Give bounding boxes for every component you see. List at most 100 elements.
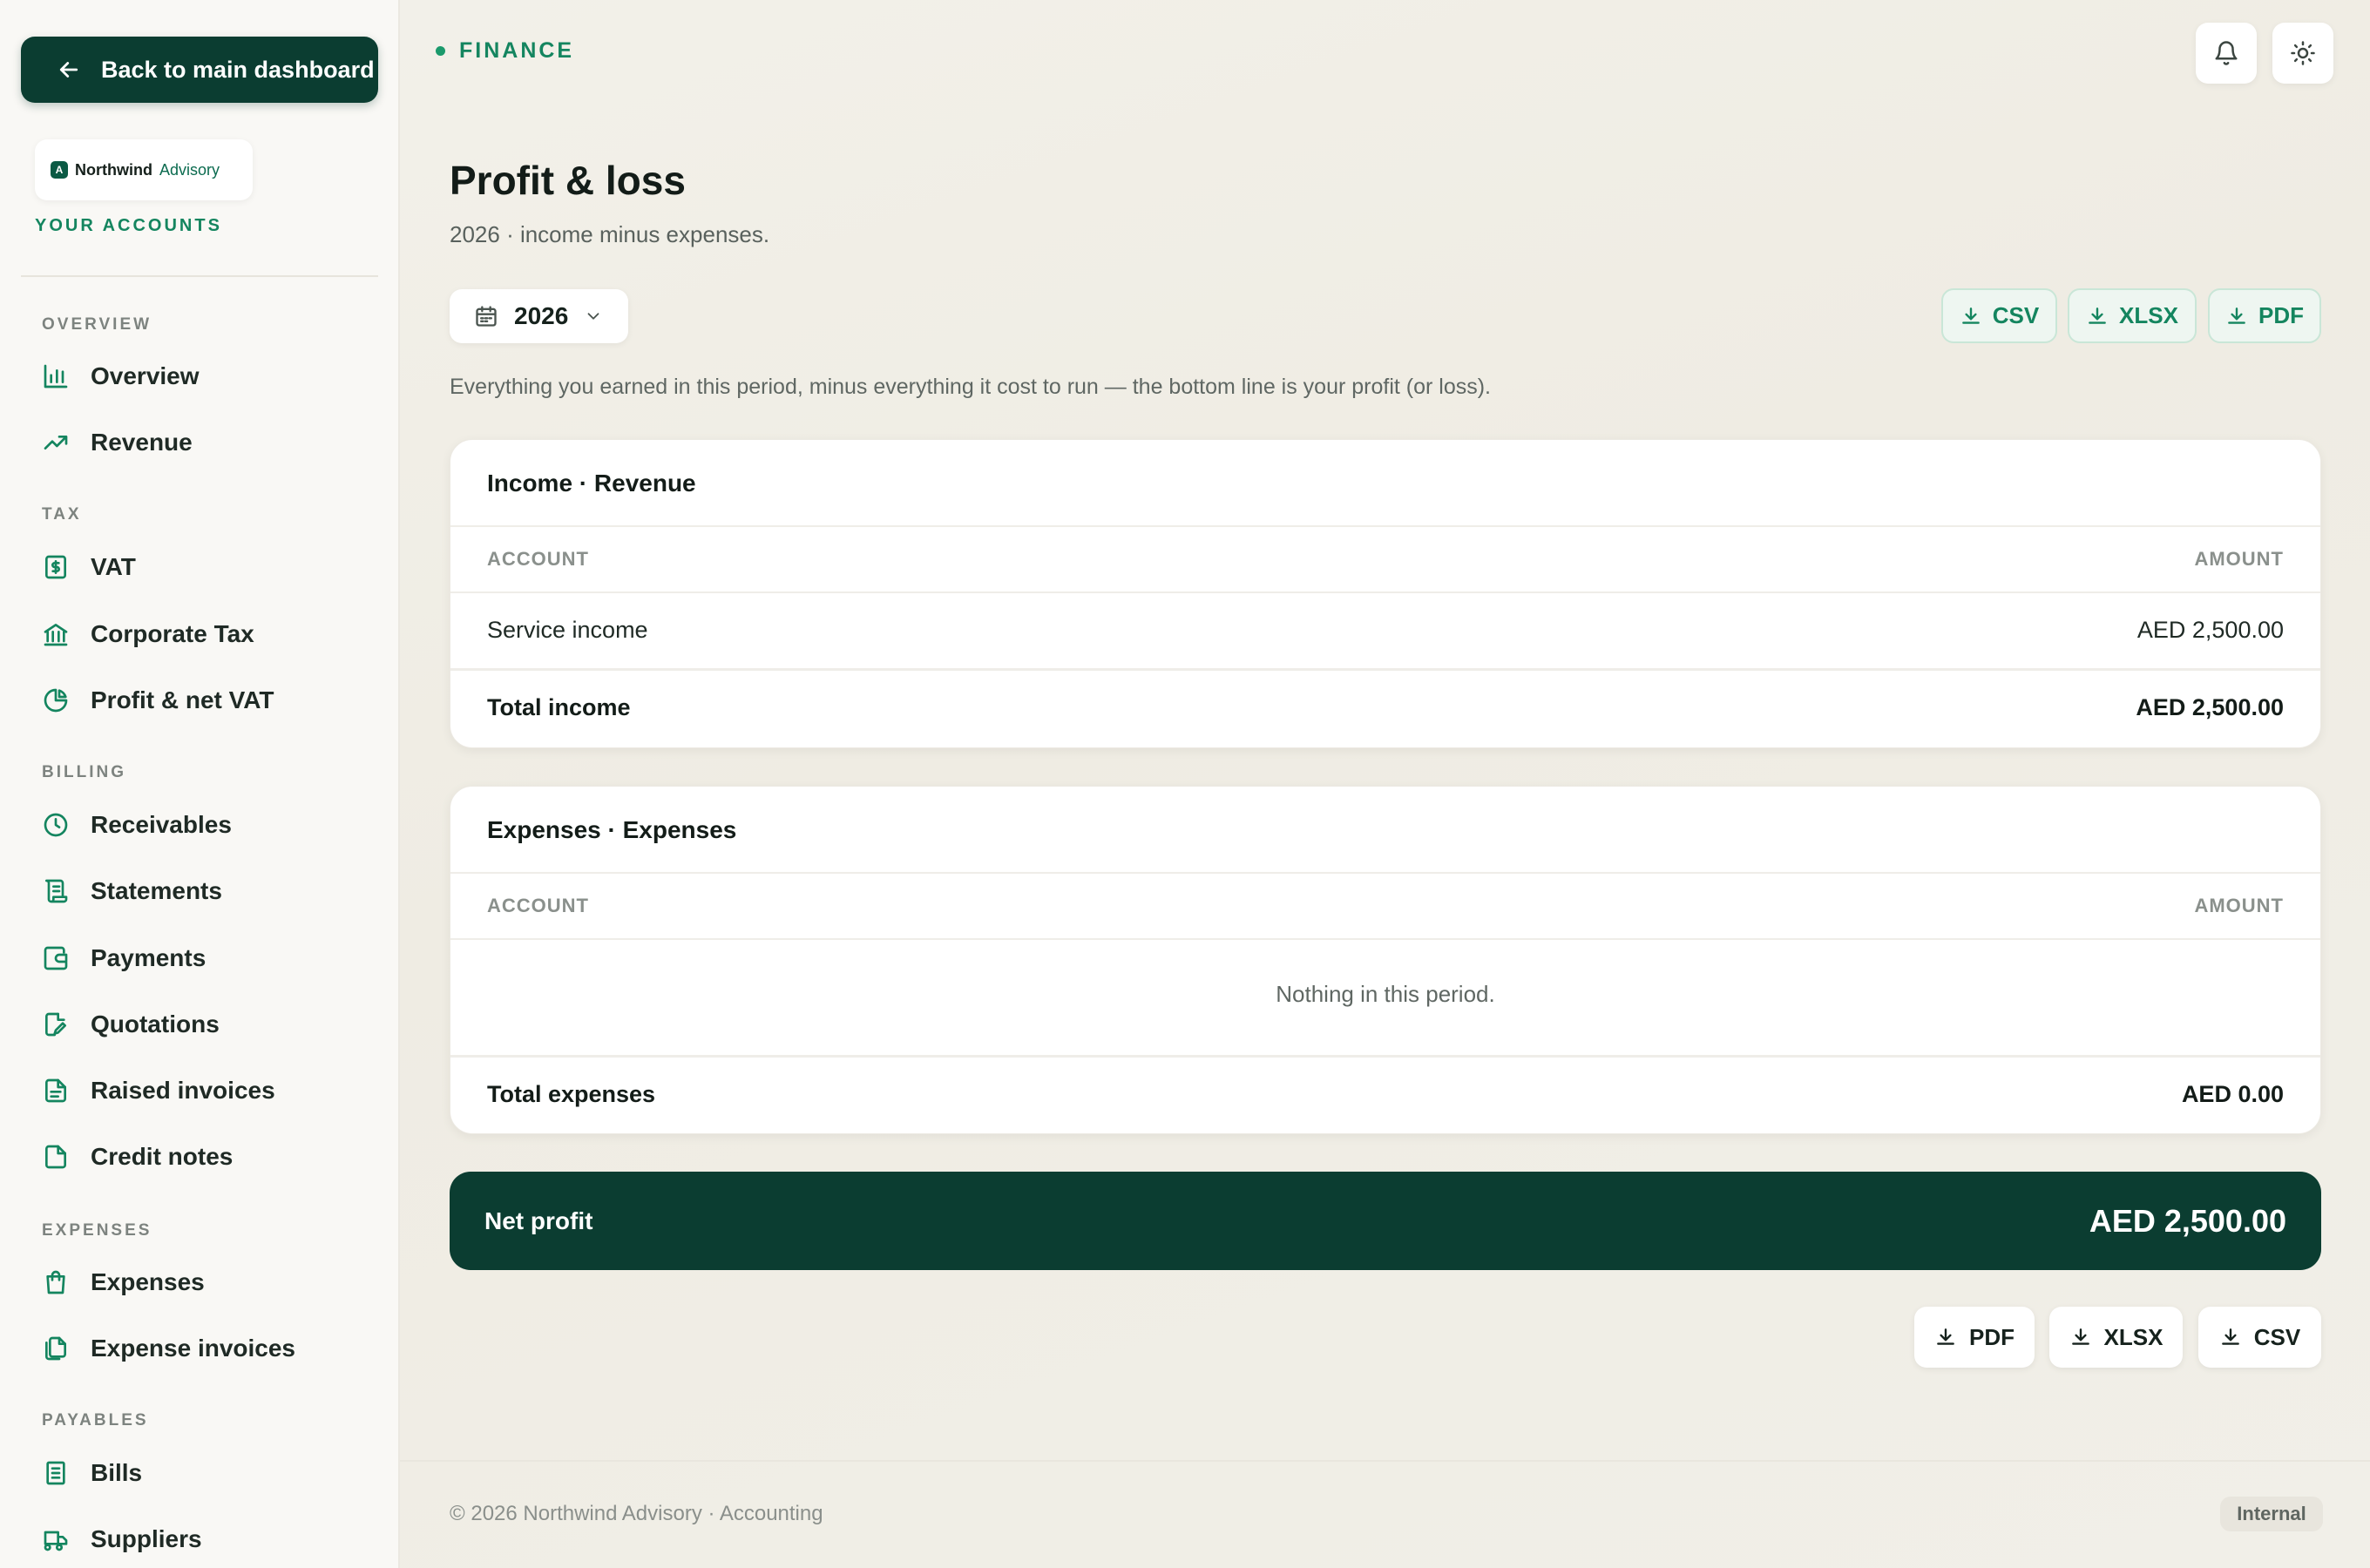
clock-icon <box>44 813 68 837</box>
shopping-bag-icon <box>46 1270 65 1294</box>
sidebar-item-label: Bills <box>91 1459 143 1486</box>
download-icon <box>1937 1328 1954 1345</box>
net-profit-label: Net profit <box>484 1206 593 1234</box>
sidebar-item-corporate-tax[interactable]: Corporate Tax <box>42 612 254 656</box>
sidebar-item-label: Profit & net VAT <box>91 686 274 713</box>
income-title: Income · Revenue <box>487 470 696 497</box>
download-icon <box>1961 307 1980 324</box>
your-accounts-link[interactable]: YOUR ACCOUNTS <box>35 216 222 236</box>
scroll-icon <box>45 879 68 903</box>
download-icon <box>2089 307 2106 324</box>
export-pdf-button[interactable]: PDF <box>2208 288 2321 343</box>
section-tag-label: FINANCE <box>459 38 575 63</box>
sidebar-item-label: Corporate Tax <box>91 620 254 647</box>
sidebar-item-label: Receivables <box>91 811 232 838</box>
export-label: PDF <box>2258 302 2304 328</box>
sidebar-item-payments[interactable]: Payments <box>42 936 206 980</box>
file-icon <box>45 1145 66 1169</box>
sidebar-item-label: Raised invoices <box>91 1077 275 1104</box>
sidebar-item-receivables[interactable]: Receivables <box>42 803 232 847</box>
export-pdf-button-bottom[interactable]: PDF <box>1914 1307 2035 1368</box>
sidebar-item-credit-notes[interactable]: Credit notes <box>42 1135 233 1179</box>
export-xlsx-button-bottom[interactable]: XLSX <box>2049 1307 2183 1368</box>
bell-icon <box>2215 41 2238 65</box>
helper-text: Everything you earned in this period, mi… <box>450 375 1491 399</box>
sidebar-item-label: Overview <box>91 362 200 389</box>
divider <box>450 591 2320 593</box>
net-profit-bar: Net profit AED 2,500.00 <box>450 1172 2321 1270</box>
bank-icon <box>44 624 68 646</box>
export-label: XLSX <box>2119 302 2178 328</box>
expenses-card: Expenses · Expenses ACCOUNT AMOUNT Nothi… <box>450 786 2321 1134</box>
download-icon <box>2228 307 2245 324</box>
export-label: PDF <box>1969 1323 2014 1350</box>
income-card: Income · Revenue ACCOUNT AMOUNT Service … <box>450 439 2321 748</box>
sidebar-item-revenue[interactable]: Revenue <box>42 421 193 464</box>
column-header-account: ACCOUNT <box>487 548 589 570</box>
footer-divider <box>400 1460 2370 1462</box>
logo-name: Northwind <box>75 160 152 179</box>
sidebar-item-vat[interactable]: VAT <box>42 545 136 589</box>
net-profit-value: AED 2,500.00 <box>2089 1202 2286 1239</box>
receipt-dollar-icon <box>45 555 66 579</box>
sidebar-item-label: Payments <box>91 944 207 971</box>
total-expenses-value: AED 0.00 <box>2181 1081 2284 1107</box>
sidebar-item-label: Expenses <box>91 1268 205 1295</box>
divider <box>450 525 2320 527</box>
sidebar-item-raised-invoices[interactable]: Raised invoices <box>42 1069 275 1112</box>
column-header-account: ACCOUNT <box>487 895 589 916</box>
sidebar-item-quotations[interactable]: Quotations <box>42 1003 220 1046</box>
section-label-billing: BILLING <box>42 763 126 781</box>
sun-icon <box>2291 41 2315 65</box>
sidebar-item-label: VAT <box>91 553 136 580</box>
sidebar-item-bills[interactable]: Bills <box>42 1451 142 1495</box>
section-label-payables: PAYABLES <box>42 1411 149 1429</box>
sidebar-item-label: Suppliers <box>91 1525 202 1552</box>
files-icon <box>45 1336 66 1361</box>
divider <box>450 1055 2320 1058</box>
export-csv-button[interactable]: CSV <box>1941 288 2057 343</box>
pie-chart-icon <box>44 688 68 713</box>
divider <box>450 668 2320 671</box>
truck-icon <box>44 1531 68 1551</box>
back-to-dashboard-button[interactable]: Back to main dashboard <box>21 37 378 103</box>
export-label: CSV <box>2253 1323 2301 1350</box>
export-xlsx-button[interactable]: XLSX <box>2068 288 2197 343</box>
notifications-button[interactable] <box>2196 23 2257 84</box>
file-edit-icon <box>45 1012 66 1037</box>
chevron-down-icon <box>587 313 599 320</box>
export-label: XLSX <box>2103 1323 2163 1350</box>
sidebar-item-label: Credit notes <box>91 1143 234 1170</box>
company-logo[interactable]: A Northwind Advisory <box>35 139 253 200</box>
divider <box>450 938 2320 940</box>
sidebar-divider <box>21 275 378 277</box>
trending-up-icon <box>44 436 68 449</box>
sidebar-item-statements[interactable]: Statements <box>42 869 222 913</box>
year-value: 2026 <box>514 302 569 329</box>
sidebar-item-overview[interactable]: Overview <box>42 355 200 398</box>
sidebar-item-expense-invoices[interactable]: Expense invoices <box>42 1327 295 1370</box>
footer-text: © 2026 Northwind Advisory · Accounting <box>450 1502 823 1525</box>
page-subtitle: 2026 · income minus expenses. <box>450 221 770 247</box>
section-tag: FINANCE <box>436 38 574 64</box>
theme-toggle-button[interactable] <box>2272 23 2333 84</box>
download-icon <box>2221 1328 2239 1345</box>
section-label-expenses: EXPENSES <box>42 1221 152 1240</box>
sidebar-item-suppliers[interactable]: Suppliers <box>42 1517 202 1561</box>
year-select[interactable]: 2026 <box>450 289 628 343</box>
total-income-value: AED 2,500.00 <box>2136 694 2284 720</box>
export-csv-button-bottom[interactable]: CSV <box>2198 1307 2321 1368</box>
sidebar-item-label: Expense invoices <box>91 1335 296 1362</box>
divider <box>450 872 2320 874</box>
bill-icon <box>46 1461 65 1485</box>
section-label-overview: OVERVIEW <box>42 315 152 334</box>
sidebar-item-label: Quotations <box>91 1010 220 1037</box>
sidebar-item-profit-net-vat[interactable]: Profit & net VAT <box>42 679 274 722</box>
column-header-amount: AMOUNT <box>2194 895 2284 916</box>
sidebar: Back to main dashboard A Northwind Advis… <box>0 0 400 1568</box>
wallet-icon <box>44 946 68 970</box>
page-title: Profit & loss <box>450 158 686 203</box>
sidebar-item-expenses[interactable]: Expenses <box>42 1260 205 1304</box>
download-icon <box>2071 1328 2089 1345</box>
back-label: Back to main dashboard <box>101 56 375 83</box>
